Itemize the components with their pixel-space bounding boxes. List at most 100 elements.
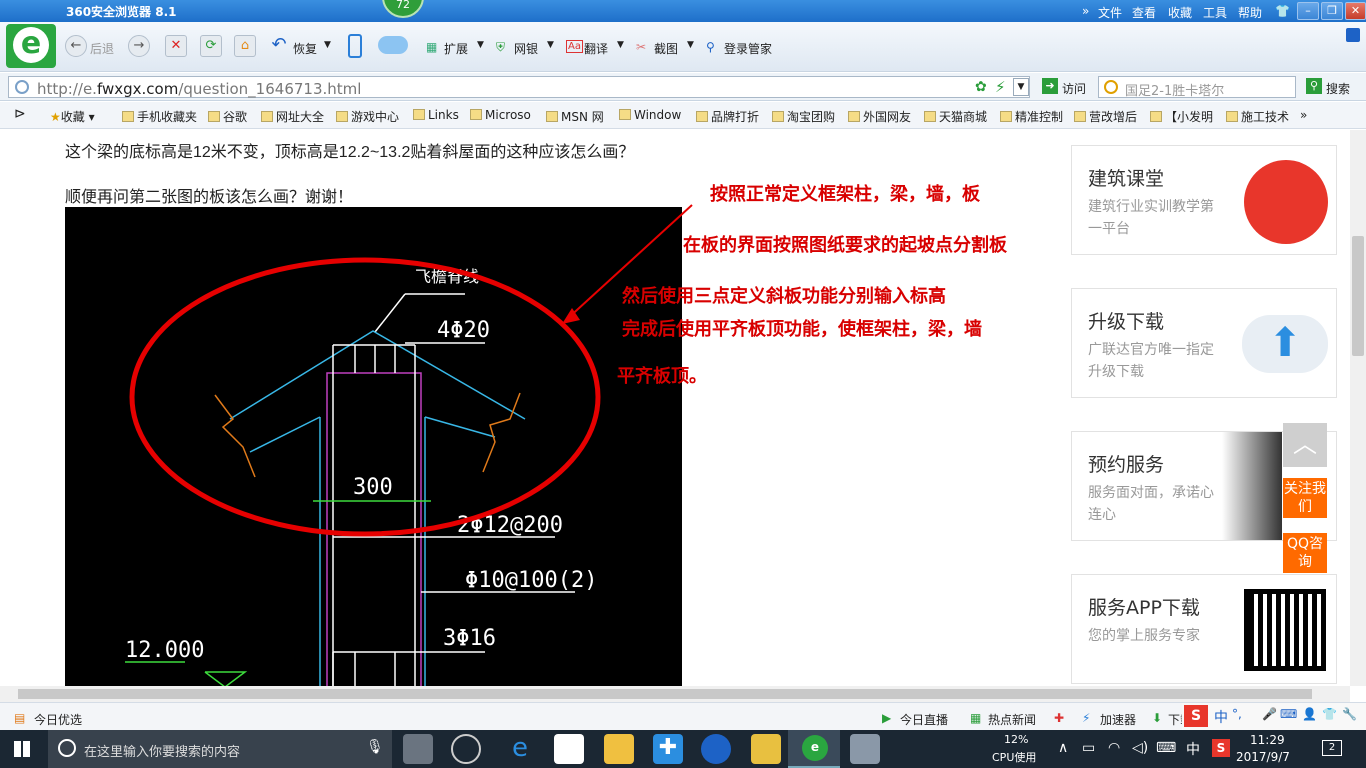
- store-icon[interactable]: [554, 734, 584, 764]
- url-input[interactable]: http://e.fwxgx.com/question_1646713.html…: [8, 76, 1030, 98]
- browser-logo[interactable]: e: [6, 24, 56, 68]
- menu-help[interactable]: 帮助: [1238, 4, 1262, 21]
- close-button[interactable]: ✕: [1345, 2, 1366, 20]
- go-button[interactable]: 访问: [1062, 80, 1086, 97]
- notes-app-icon[interactable]: [751, 734, 781, 764]
- file-explorer-icon[interactable]: [604, 734, 634, 764]
- dropdown-arrow-icon[interactable]: ▼: [477, 40, 484, 50]
- home-icon[interactable]: ⌂: [234, 35, 256, 57]
- bookmark-item[interactable]: Links: [413, 108, 459, 122]
- sogou-tray-icon[interactable]: S: [1212, 739, 1230, 757]
- lightning-icon[interactable]: ⚡: [995, 78, 1006, 96]
- dropdown-arrow-icon[interactable]: ▼: [324, 40, 331, 50]
- wrench-icon[interactable]: 🔧: [1342, 707, 1357, 721]
- punctuation-icon[interactable]: °,: [1232, 707, 1242, 721]
- bookmark-item[interactable]: 营改增后: [1074, 108, 1137, 125]
- go-arrow-icon[interactable]: ➜: [1042, 78, 1058, 94]
- clock-time[interactable]: 11:29: [1250, 733, 1285, 747]
- spinner-icon[interactable]: ✿: [975, 79, 987, 95]
- bookmark-item[interactable]: 游戏中心: [336, 108, 399, 125]
- search-icon[interactable]: ⚲: [1306, 78, 1322, 94]
- menu-tools[interactable]: 工具: [1203, 4, 1227, 21]
- browser-icon[interactable]: [451, 734, 481, 764]
- more-bookmarks-icon[interactable]: »: [1300, 108, 1307, 122]
- bookmark-item[interactable]: 外国网友: [848, 108, 911, 125]
- bookmark-item[interactable]: 谷歌: [208, 108, 247, 125]
- taskbar-ime[interactable]: 中: [1186, 739, 1200, 759]
- bookmark-item[interactable]: Window: [619, 108, 681, 122]
- vertical-scroll-thumb[interactable]: [1352, 236, 1364, 356]
- restore-button[interactable]: 恢复: [293, 40, 317, 57]
- back-button[interactable]: 后退: [90, 40, 114, 57]
- bookmark-item[interactable]: MSN 网: [546, 108, 604, 125]
- clock-date[interactable]: 2017/9/7: [1236, 750, 1290, 764]
- today-picks-link[interactable]: 今日优选: [34, 711, 82, 728]
- phone-icon[interactable]: [348, 34, 362, 58]
- translate-button[interactable]: 翻译: [584, 40, 608, 57]
- search-button[interactable]: 搜索: [1326, 80, 1350, 97]
- menu-favorites[interactable]: 收藏: [1168, 4, 1192, 21]
- card-upgrade-download[interactable]: 升级下载 广联达官方唯一指定升级下载 ⬆: [1071, 288, 1337, 398]
- bookmark-item[interactable]: 精准控制: [1000, 108, 1063, 125]
- login-manager-button[interactable]: 登录管家: [724, 40, 772, 57]
- ime-mode[interactable]: 中: [1214, 707, 1228, 727]
- image-viewer-icon[interactable]: [850, 734, 880, 764]
- menu-view[interactable]: 查看: [1132, 4, 1156, 21]
- corner-icon[interactable]: [1346, 28, 1360, 42]
- chevron-up-icon[interactable]: ∧: [1058, 740, 1068, 756]
- minimize-button[interactable]: –: [1297, 2, 1319, 20]
- bookmark-item[interactable]: 手机收藏夹: [122, 108, 197, 125]
- shirt-icon[interactable]: 👕: [1322, 707, 1337, 721]
- search-engine-icon[interactable]: [1104, 80, 1118, 94]
- screenshot-button[interactable]: 截图: [654, 40, 678, 57]
- qq-consult-button[interactable]: QQ咨询: [1283, 533, 1327, 573]
- windows-start-icon[interactable]: [14, 741, 30, 757]
- sidebar-toggle-icon[interactable]: ⊳: [14, 106, 26, 122]
- forward-arrow-icon[interactable]: →: [128, 35, 150, 57]
- battery-icon[interactable]: ▭: [1082, 740, 1095, 756]
- accelerator-link[interactable]: 加速器: [1100, 711, 1136, 728]
- bookmark-item[interactable]: 淘宝团购: [772, 108, 835, 125]
- card-building-class[interactable]: 建筑课堂 建筑行业实训教学第一平台: [1071, 145, 1337, 255]
- back-arrow-icon[interactable]: ←: [65, 35, 87, 57]
- bookmark-item[interactable]: 网址大全: [261, 108, 324, 125]
- dropdown-arrow-icon[interactable]: ▼: [617, 40, 624, 50]
- microphone-icon[interactable]: 🎙: [366, 739, 384, 755]
- microphone-icon[interactable]: 🎤: [1262, 707, 1277, 721]
- taskbar-search[interactable]: 在这里输入你要搜索的内容 🎙: [48, 730, 392, 768]
- menu-file[interactable]: 文件: [1098, 4, 1122, 21]
- plus-app-icon[interactable]: ✚: [653, 734, 683, 764]
- follow-us-button[interactable]: 关注我们: [1283, 478, 1327, 518]
- horizontal-scroll-thumb[interactable]: [18, 689, 1312, 699]
- notifications-icon[interactable]: 2: [1322, 740, 1342, 756]
- refresh-icon[interactable]: ⟳: [200, 35, 222, 57]
- sogou-logo-icon[interactable]: S: [1184, 705, 1208, 727]
- dropdown-arrow-icon[interactable]: ▼: [1013, 78, 1029, 96]
- search-input[interactable]: 国足2-1胜卡塔尔: [1098, 76, 1296, 99]
- dropdown-arrow-icon[interactable]: ▼: [687, 40, 694, 50]
- bookmark-item[interactable]: 天猫商城: [924, 108, 987, 125]
- plus-icon[interactable]: ✚: [1054, 711, 1064, 725]
- stop-icon[interactable]: ✕: [165, 35, 187, 57]
- vertical-scrollbar[interactable]: [1350, 130, 1366, 686]
- bookmark-item[interactable]: 施工技术: [1226, 108, 1289, 125]
- today-live-link[interactable]: 今日直播: [900, 711, 948, 728]
- back-to-top-button[interactable]: ︿: [1283, 423, 1327, 467]
- bookmark-item[interactable]: 【小发明: [1150, 108, 1213, 125]
- wifi-icon[interactable]: ◠: [1108, 740, 1120, 756]
- edge-icon[interactable]: e: [505, 734, 535, 764]
- card-app-download[interactable]: 服务APP下载 您的掌上服务专家: [1071, 574, 1337, 684]
- maximize-button[interactable]: ❐: [1321, 2, 1343, 20]
- cloud-icon[interactable]: [378, 36, 408, 54]
- chevron-right-icon[interactable]: »: [1082, 4, 1089, 18]
- bookmark-item[interactable]: ★收藏 ▾: [50, 108, 95, 125]
- glodon-app-icon[interactable]: [701, 734, 731, 764]
- keyboard-icon[interactable]: ⌨: [1156, 740, 1176, 756]
- volume-icon[interactable]: ◁): [1132, 740, 1148, 756]
- extend-button[interactable]: 扩展: [444, 40, 468, 57]
- user-icon[interactable]: 👤: [1302, 707, 1317, 721]
- bookmark-item[interactable]: Microso: [470, 108, 531, 122]
- active-browser-task[interactable]: e: [788, 730, 840, 768]
- shirt-icon[interactable]: 👕: [1275, 4, 1290, 18]
- bookmark-item[interactable]: 品牌打折: [696, 108, 759, 125]
